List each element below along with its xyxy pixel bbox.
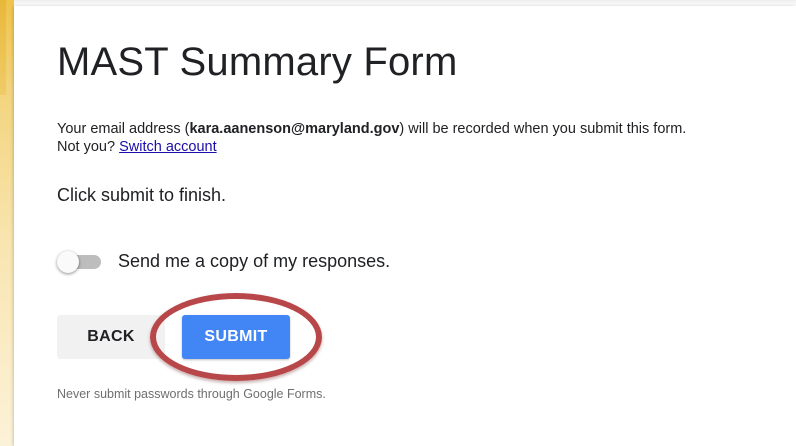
send-copy-label[interactable]: Send me a copy of my responses.: [118, 251, 390, 272]
page-title: MAST Summary Form: [57, 40, 458, 84]
finish-instruction: Click submit to finish.: [57, 185, 227, 205]
submit-button[interactable]: SUBMIT: [182, 315, 290, 359]
password-warning: Never submit passwords through Google Fo…: [57, 387, 326, 401]
switch-account-link[interactable]: Switch account: [119, 139, 217, 155]
send-copy-toggle[interactable]: [57, 250, 103, 274]
email-address: kara.aanenson@maryland.gov: [189, 121, 400, 137]
left-accent-bar: [0, 0, 6, 95]
email-notice-prefix: Your email address (: [57, 121, 190, 137]
email-notice: Your email address (kara.aanenson@maryla…: [57, 120, 686, 156]
toggle-knob: [57, 251, 79, 273]
form-screen: MAST Summary Form Your email address (ka…: [0, 0, 796, 446]
not-you-text: Not you?: [57, 139, 116, 155]
email-notice-suffix: ) will be recorded when you submit this …: [399, 121, 687, 137]
back-button[interactable]: BACK: [57, 315, 165, 359]
